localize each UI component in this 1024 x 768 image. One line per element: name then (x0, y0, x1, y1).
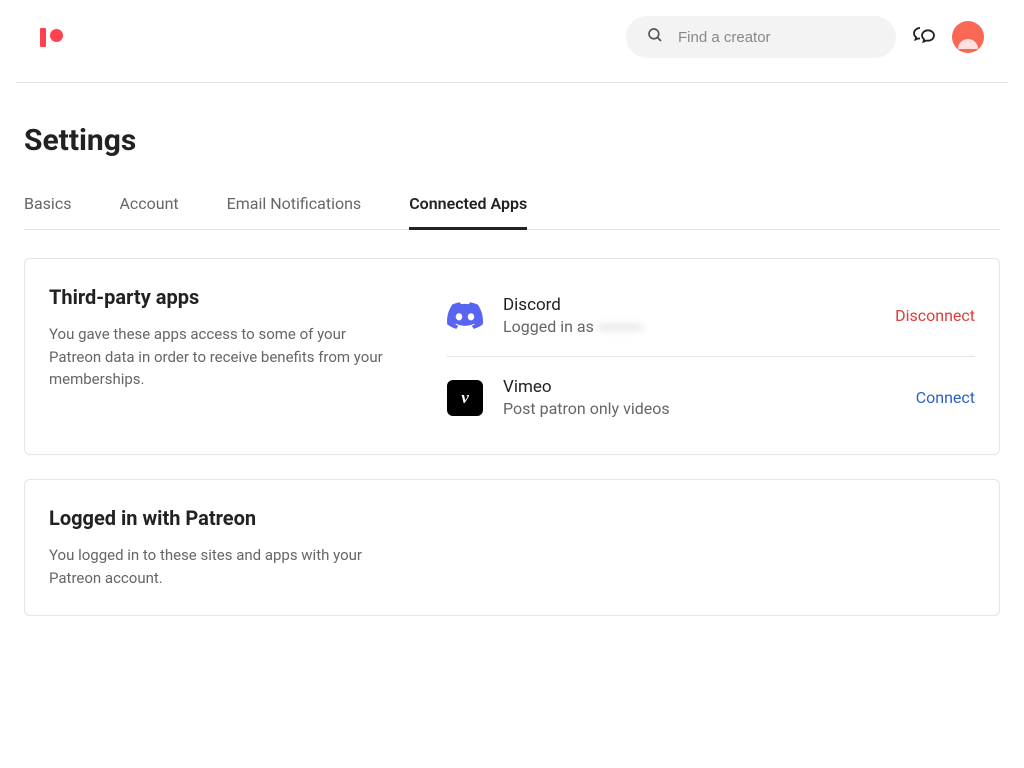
search-icon (646, 26, 664, 48)
third-party-apps-card: Third-party apps You gave these apps acc… (24, 258, 1000, 455)
disconnect-button[interactable]: Disconnect (895, 306, 975, 325)
page-title: Settings (24, 123, 1000, 158)
logged-in-card: Logged in with Patreon You logged in to … (24, 479, 1000, 616)
app-description: Logged in as ---------- (503, 317, 875, 336)
search-box[interactable] (626, 16, 896, 58)
header (16, 0, 1008, 83)
tab-basics[interactable]: Basics (24, 194, 71, 230)
connect-button[interactable]: Connect (916, 388, 975, 407)
app-row-discord: Discord Logged in as ---------- Disconne… (447, 285, 975, 346)
tabs: Basics Account Email Notifications Conne… (24, 194, 1000, 230)
messages-icon[interactable] (912, 25, 936, 49)
app-row-vimeo: v Vimeo Post patron only videos Connect (447, 356, 975, 428)
logo[interactable] (40, 28, 63, 47)
logged-in-title: Logged in with Patreon (49, 506, 975, 530)
search-input[interactable] (678, 29, 876, 46)
main-content: Settings Basics Account Email Notificati… (0, 83, 1024, 640)
avatar[interactable] (952, 21, 984, 53)
third-party-title: Third-party apps (49, 285, 399, 309)
tab-connected-apps[interactable]: Connected Apps (409, 194, 527, 230)
third-party-description: You gave these apps access to some of yo… (49, 323, 399, 391)
app-name: Vimeo (503, 377, 896, 397)
tab-account[interactable]: Account (119, 194, 178, 230)
vimeo-icon: v (447, 380, 483, 416)
logged-in-description: You logged in to these sites and apps wi… (49, 544, 389, 589)
discord-icon (447, 298, 483, 334)
app-description: Post patron only videos (503, 399, 896, 418)
app-name: Discord (503, 295, 875, 315)
tab-email-notifications[interactable]: Email Notifications (227, 194, 362, 230)
